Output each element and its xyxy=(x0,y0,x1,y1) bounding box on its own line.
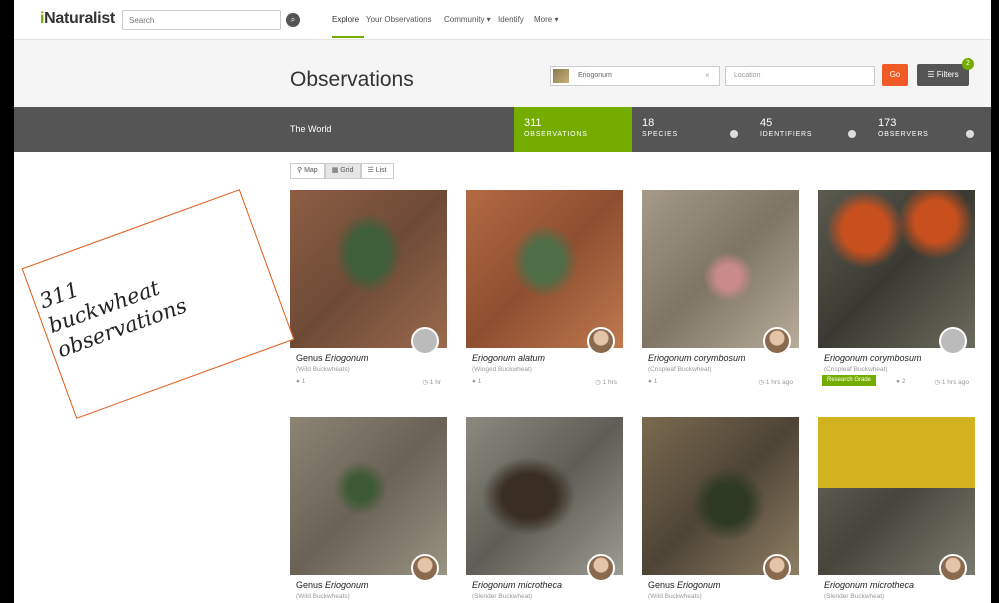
common-name: (Slender Buckwheat) xyxy=(824,593,885,600)
taxon-name[interactable]: Eriogonum corymbosum xyxy=(648,353,746,363)
observer-avatar[interactable] xyxy=(939,554,967,582)
quality-grade-badge: Research Grade xyxy=(822,375,877,386)
common-name: (Crispleaf Buckwheat) xyxy=(824,366,888,373)
taxon-name[interactable]: Genus Eriogonum xyxy=(648,580,721,590)
site-search-input[interactable] xyxy=(122,10,281,30)
observation-time: ◷ 1 hrs ago xyxy=(758,379,793,386)
taxon-name[interactable]: Genus Eriogonum xyxy=(296,580,369,590)
stat-observations-count: 311 xyxy=(524,117,542,129)
observation-photo[interactable] xyxy=(642,417,799,575)
view-toggle: ⚲ Map ▦ Grid ☰ List xyxy=(290,163,394,179)
identification-count: ● 1 xyxy=(648,378,658,385)
location-search-field[interactable]: Location xyxy=(725,66,875,86)
stat-identifiers[interactable]: 45 IDENTIFIERS xyxy=(750,107,868,152)
location-placeholder: Location xyxy=(734,72,761,79)
map-view-button[interactable]: ⚲ Map xyxy=(290,163,325,179)
observation-photo[interactable] xyxy=(466,190,623,348)
taxon-name[interactable]: Eriogonum corymbosum xyxy=(824,353,922,363)
observation-time: ◷ 1 hrs ago xyxy=(934,379,969,386)
browser-page: iNaturalist ⌕ Explore Your Observations … xyxy=(14,0,991,603)
list-view-button[interactable]: ☰ List xyxy=(360,163,394,179)
observer-avatar[interactable] xyxy=(763,554,791,582)
common-name: (Slender Buckwheat) xyxy=(472,593,533,600)
nav-identify[interactable]: Identify xyxy=(498,15,524,24)
page-title: Observations xyxy=(290,68,414,91)
observation-photo[interactable] xyxy=(290,190,447,348)
top-nav: iNaturalist ⌕ Explore Your Observations … xyxy=(14,0,991,40)
stat-observers-count: 173 xyxy=(878,117,897,129)
stat-species-label: SPECIES xyxy=(642,131,678,138)
taxon-search-field[interactable]: Eriogonum × xyxy=(550,66,720,86)
grid-view-button[interactable]: ▦ Grid xyxy=(324,163,361,179)
taxon-name[interactable]: Eriogonum microtheca xyxy=(824,580,914,590)
inaturalist-logo[interactable]: iNaturalist xyxy=(40,10,115,28)
nav-community[interactable]: Community ▾ xyxy=(444,15,491,24)
stat-identifiers-label: IDENTIFIERS xyxy=(760,131,813,138)
observer-avatar[interactable] xyxy=(411,327,439,355)
filters-button[interactable]: ☰ Filters xyxy=(917,64,969,86)
stat-observations[interactable]: 311 OBSERVATIONS xyxy=(514,107,632,152)
taxon-name[interactable]: Eriogonum microtheca xyxy=(472,580,562,590)
info-icon[interactable] xyxy=(848,130,856,138)
nav-your-observations[interactable]: Your Observations xyxy=(366,15,432,24)
clear-icon[interactable]: × xyxy=(705,71,710,80)
stat-observers-label: OBSERVERS xyxy=(878,131,929,138)
place-label[interactable]: The World xyxy=(290,124,331,134)
common-name: (Wild Buckwheats) xyxy=(296,593,350,600)
observation-time: ◷ 1 hr xyxy=(422,379,441,386)
stat-species-count: 18 xyxy=(642,117,655,129)
identification-count: ● 1 xyxy=(472,378,482,385)
identification-count: ● 1 xyxy=(296,378,306,385)
observer-avatar[interactable] xyxy=(939,327,967,355)
stat-observations-label: OBSERVATIONS xyxy=(524,131,588,138)
stat-identifiers-count: 45 xyxy=(760,117,773,129)
taxon-value: Eriogonum xyxy=(578,72,612,79)
common-name: (Wild Buckwheats) xyxy=(296,366,350,373)
common-name: (Crispleaf Buckwheat) xyxy=(648,366,712,373)
stat-species[interactable]: 18 SPECIES xyxy=(632,107,750,152)
observer-avatar[interactable] xyxy=(587,554,615,582)
observation-photo[interactable] xyxy=(642,190,799,348)
nav-active-indicator xyxy=(332,36,364,38)
filters-count-badge: 2 xyxy=(962,58,974,70)
observation-photo[interactable] xyxy=(818,190,975,348)
observer-avatar[interactable] xyxy=(411,554,439,582)
observation-photo[interactable] xyxy=(290,417,447,575)
identification-count: ● 2 xyxy=(896,378,906,385)
taxon-name[interactable]: Eriogonum alatum xyxy=(472,353,545,363)
info-icon[interactable] xyxy=(966,130,974,138)
common-name: (Winged Buckwheat) xyxy=(472,366,532,373)
taxon-name[interactable]: Genus Eriogonum xyxy=(296,353,369,363)
observation-photo[interactable] xyxy=(466,417,623,575)
observer-avatar[interactable] xyxy=(763,327,791,355)
observation-photo[interactable] xyxy=(818,417,975,575)
info-icon[interactable] xyxy=(730,130,738,138)
common-name: (Wild Buckwheats) xyxy=(648,593,702,600)
go-button[interactable]: Go xyxy=(882,64,908,86)
observer-avatar[interactable] xyxy=(587,327,615,355)
nav-explore[interactable]: Explore xyxy=(332,15,359,24)
search-icon[interactable]: ⌕ xyxy=(286,13,300,27)
taxon-thumbnail xyxy=(553,69,569,83)
observation-time: ◷ 1 hrs xyxy=(595,379,617,386)
stat-observers[interactable]: 173 OBSERVERS xyxy=(868,107,986,152)
nav-more[interactable]: More ▾ xyxy=(534,15,558,24)
